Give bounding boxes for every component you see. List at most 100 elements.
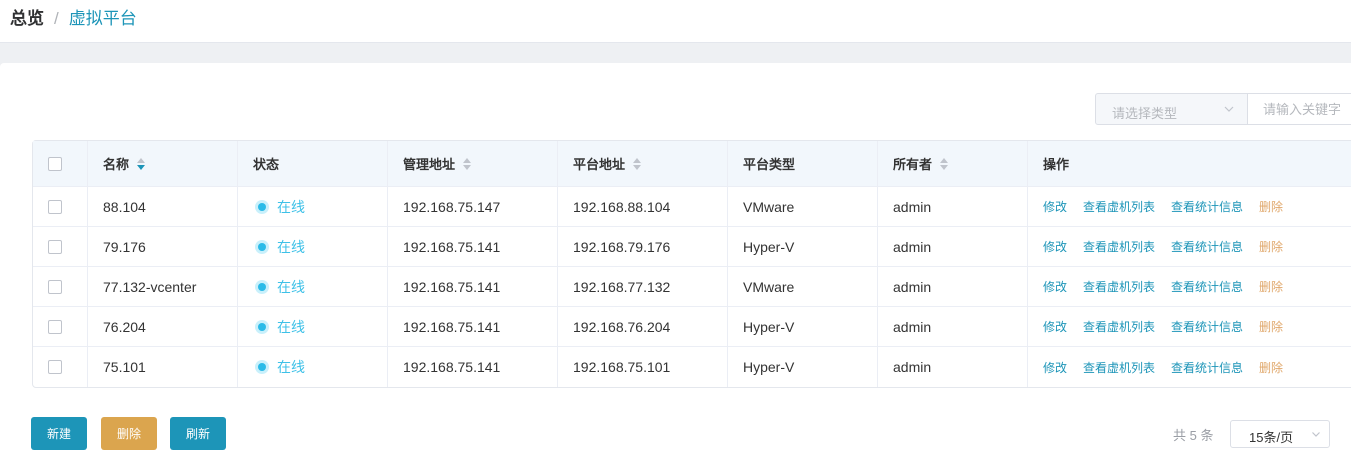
view-stats-link[interactable]: 查看统计信息 <box>1171 198 1243 215</box>
header-name[interactable]: 名称 <box>88 141 238 186</box>
cell-mgmt-address: 192.168.75.141 <box>388 267 558 306</box>
header-platform-address[interactable]: 平台地址 <box>558 141 728 186</box>
cell-operations: 修改 查看虚机列表 查看统计信息 删除 <box>1028 227 1351 266</box>
online-dot-icon <box>255 319 269 334</box>
cell-status: 在线 <box>238 187 388 226</box>
status-text: 在线 <box>277 359 305 375</box>
delete-link[interactable]: 删除 <box>1259 238 1283 255</box>
cell-platform-type: Hyper-V <box>728 227 878 266</box>
status-text: 在线 <box>277 238 305 255</box>
sort-icon[interactable] <box>940 157 949 170</box>
chevron-down-icon <box>1312 432 1320 437</box>
cell-name: 75.101 <box>88 347 238 387</box>
row-checkbox[interactable] <box>48 239 62 254</box>
cell-owner: admin <box>878 227 1028 266</box>
status-badge: 在线 <box>253 317 305 337</box>
table-header-row: 名称 状态 管理地址 平台地址 平台类型 所有者 操作 <box>33 141 1351 187</box>
cell-platform-address: 192.168.75.101 <box>558 347 728 387</box>
cell-platform-type: Hyper-V <box>728 347 878 387</box>
chevron-down-icon <box>1224 106 1234 112</box>
cell-name: 77.132-vcenter <box>88 267 238 306</box>
cell-status: 在线 <box>238 347 388 387</box>
cell-mgmt-address: 192.168.75.141 <box>388 307 558 346</box>
view-vm-list-link[interactable]: 查看虚机列表 <box>1083 359 1155 376</box>
edit-link[interactable]: 修改 <box>1043 238 1067 255</box>
view-stats-link[interactable]: 查看统计信息 <box>1171 278 1243 295</box>
delete-link[interactable]: 删除 <box>1259 318 1283 335</box>
online-dot-icon <box>255 279 269 294</box>
view-stats-link[interactable]: 查看统计信息 <box>1171 238 1243 255</box>
header-ops-label: 操作 <box>1043 157 1070 172</box>
breadcrumb: 总览 / 虚拟平台 <box>10 8 137 30</box>
status-badge: 在线 <box>253 197 305 217</box>
cell-operations: 修改 查看虚机列表 查看统计信息 删除 <box>1028 267 1351 306</box>
row-checkbox[interactable] <box>48 319 62 334</box>
cell-operations: 修改 查看虚机列表 查看统计信息 删除 <box>1028 187 1351 226</box>
view-vm-list-link[interactable]: 查看虚机列表 <box>1083 318 1155 335</box>
new-button[interactable]: 新建 <box>31 417 87 450</box>
delete-button[interactable]: 删除 <box>101 417 157 450</box>
view-vm-list-link[interactable]: 查看虚机列表 <box>1083 198 1155 215</box>
status-text: 在线 <box>277 318 305 335</box>
total-count: 共 5 条 <box>1173 428 1214 443</box>
breadcrumb-home[interactable]: 总览 <box>10 8 44 30</box>
cell-owner: admin <box>878 187 1028 226</box>
type-select[interactable]: 请选择类型 <box>1095 93 1248 125</box>
cell-platform-address: 192.168.76.204 <box>558 307 728 346</box>
view-vm-list-link[interactable]: 查看虚机列表 <box>1083 278 1155 295</box>
header-type-label: 平台类型 <box>743 157 796 172</box>
cell-mgmt-address: 192.168.75.141 <box>388 227 558 266</box>
edit-link[interactable]: 修改 <box>1043 318 1067 335</box>
header-status: 状态 <box>238 141 388 186</box>
header-name-label: 名称 <box>103 157 130 172</box>
edit-link[interactable]: 修改 <box>1043 278 1067 295</box>
cell-operations: 修改 查看虚机列表 查看统计信息 删除 <box>1028 347 1351 387</box>
status-text: 在线 <box>277 198 305 215</box>
cell-operations: 修改 查看虚机列表 查看统计信息 删除 <box>1028 307 1351 346</box>
sort-icon[interactable] <box>633 157 642 170</box>
top-bar: 总览 / 虚拟平台 <box>0 0 1351 43</box>
edit-link[interactable]: 修改 <box>1043 198 1067 215</box>
cell-name: 76.204 <box>88 307 238 346</box>
row-checkbox[interactable] <box>48 279 62 294</box>
row-checkbox-cell <box>33 227 88 266</box>
platform-table: 名称 状态 管理地址 平台地址 平台类型 所有者 操作 88.104 在线 19… <box>32 140 1351 388</box>
delete-link[interactable]: 删除 <box>1259 359 1283 376</box>
view-stats-link[interactable]: 查看统计信息 <box>1171 318 1243 335</box>
keyword-field[interactable] <box>1248 93 1351 125</box>
view-stats-link[interactable]: 查看统计信息 <box>1171 359 1243 376</box>
row-checkbox-cell <box>33 187 88 226</box>
cell-platform-address: 192.168.79.176 <box>558 227 728 266</box>
breadcrumb-current: 虚拟平台 <box>68 9 137 28</box>
status-badge: 在线 <box>253 277 305 297</box>
sort-icon[interactable] <box>137 157 146 170</box>
cell-status: 在线 <box>238 307 388 346</box>
cell-status: 在线 <box>238 267 388 306</box>
cell-name: 88.104 <box>88 187 238 226</box>
row-checkbox-cell <box>33 347 88 387</box>
delete-link[interactable]: 删除 <box>1259 278 1283 295</box>
header-mgmt-address[interactable]: 管理地址 <box>388 141 558 186</box>
online-dot-icon <box>255 239 269 254</box>
sort-icon[interactable] <box>463 157 472 170</box>
filter-bar: 请选择类型 <box>1095 93 1351 125</box>
refresh-button[interactable]: 刷新 <box>170 417 226 450</box>
view-vm-list-link[interactable]: 查看虚机列表 <box>1083 238 1155 255</box>
header-owner[interactable]: 所有者 <box>878 141 1028 186</box>
online-dot-icon <box>255 360 269 374</box>
cell-mgmt-address: 192.168.75.147 <box>388 187 558 226</box>
page-size-select[interactable]: 15条/页 <box>1230 420 1330 448</box>
keyword-input[interactable] <box>1248 94 1351 124</box>
table-row: 76.204 在线 192.168.75.141 192.168.76.204 … <box>33 307 1351 347</box>
header-platform-type: 平台类型 <box>728 141 878 186</box>
row-checkbox[interactable] <box>48 199 62 214</box>
page-size-value: 15条/页 <box>1249 430 1294 445</box>
row-checkbox[interactable] <box>48 360 62 374</box>
delete-link[interactable]: 删除 <box>1259 198 1283 215</box>
row-checkbox-cell <box>33 267 88 306</box>
table-row: 77.132-vcenter 在线 192.168.75.141 192.168… <box>33 267 1351 307</box>
status-text: 在线 <box>277 278 305 295</box>
select-all-checkbox[interactable] <box>48 156 62 171</box>
edit-link[interactable]: 修改 <box>1043 359 1067 376</box>
cell-owner: admin <box>878 307 1028 346</box>
